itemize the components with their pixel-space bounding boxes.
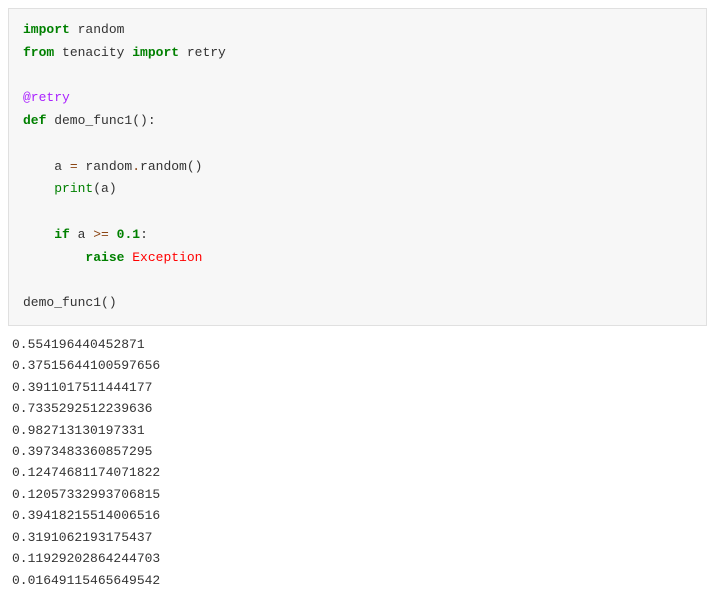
output-line: 0.3911017511444177 — [12, 380, 152, 395]
exception-name: Exception — [132, 250, 202, 265]
keyword-import: import — [23, 22, 70, 37]
indent-print — [23, 181, 54, 196]
output-line: 0.11929202864244703 — [12, 551, 160, 566]
output-line: 0.554196440452871 — [12, 337, 145, 352]
keyword-def: def — [23, 113, 46, 128]
print-args: (a) — [93, 181, 116, 196]
module-tenacity: tenacity — [54, 45, 132, 60]
code-block: import random from tenacity import retry… — [8, 8, 707, 326]
decorator-retry: @retry — [23, 90, 70, 105]
cond-var: a — [70, 227, 93, 242]
indent-raise — [23, 250, 85, 265]
space — [109, 227, 117, 242]
builtin-print: print — [54, 181, 93, 196]
output-line: 0.3191062193175437 — [12, 530, 152, 545]
name-retry: retry — [179, 45, 226, 60]
op-gte: >= — [93, 227, 109, 242]
op-assign: = — [70, 159, 78, 174]
keyword-from: from — [23, 45, 54, 60]
output-block: 0.554196440452871 0.37515644100597656 0.… — [8, 326, 707, 599]
keyword-raise: raise — [85, 250, 124, 265]
output-line: 0.39418215514006516 — [12, 508, 160, 523]
output-line: 0.3973483360857295 — [12, 444, 152, 459]
op-dot: . — [132, 159, 140, 174]
call-random: random() — [140, 159, 202, 174]
indent-assign: a — [23, 159, 70, 174]
colon: : — [140, 227, 148, 242]
func-call: demo_func1() — [23, 295, 117, 310]
output-line: 0.982713130197331 — [12, 423, 145, 438]
keyword-import2: import — [132, 45, 179, 60]
module-random: random — [70, 22, 125, 37]
output-line: 0.12474681174071822 — [12, 465, 160, 480]
output-line: 0.12057332993706815 — [12, 487, 160, 502]
output-line: 0.7335292512239636 — [12, 401, 152, 416]
output-line: 0.37515644100597656 — [12, 358, 160, 373]
name-random: random — [78, 159, 133, 174]
num-literal: 0.1 — [117, 227, 140, 242]
indent-if — [23, 227, 54, 242]
func-name: demo_func1(): — [46, 113, 155, 128]
output-line: 0.01649115465649542 — [12, 573, 160, 588]
keyword-if: if — [54, 227, 70, 242]
